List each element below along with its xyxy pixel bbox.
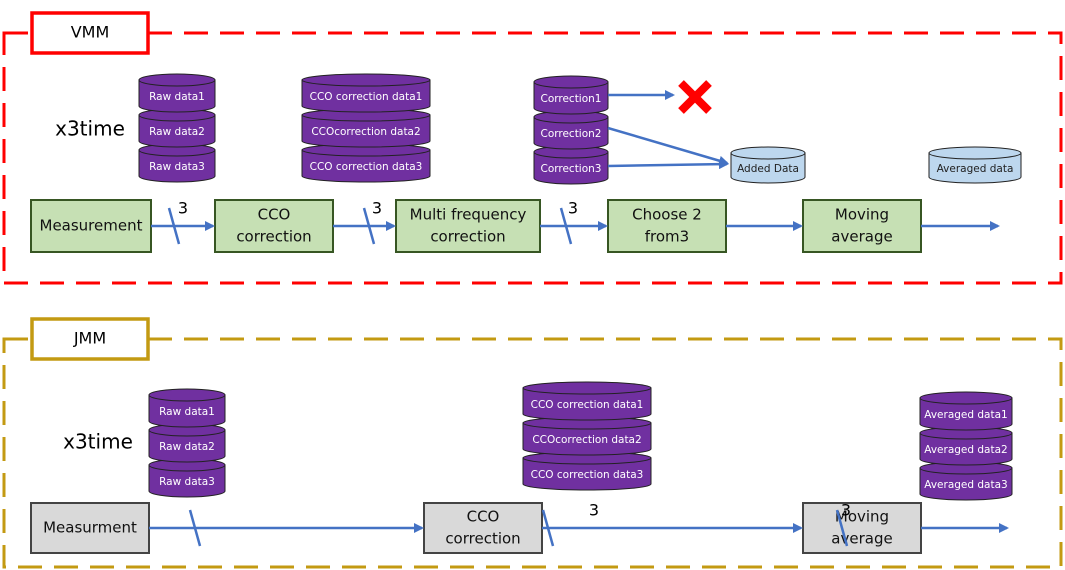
jmm-raw-stack-item-1-label: Raw data1 <box>159 406 215 418</box>
jmm-process-2-label-line1: CCO <box>467 508 500 526</box>
jmm-bus-count-3: 3 <box>841 501 851 520</box>
vmm-multiplier: x3time <box>55 117 125 141</box>
vmm-process-5: Moving average <box>802 199 922 253</box>
vmm-cco-stack-item-2-label: CCOcorrection data2 <box>311 126 420 138</box>
jmm-raw-stack-item-3: Raw data3 <box>148 458 226 498</box>
vmm-correction-stack-item-2-label: Correction2 <box>540 128 601 140</box>
vmm-correction-stack-item-3-label: Correction3 <box>540 163 601 175</box>
vmm-correction-stack-item-3: Correction3 <box>533 145 609 185</box>
jmm-cco-stack-item-3: CCO correction data3 <box>522 451 652 491</box>
vmm-cco-stack-item-2: CCOcorrection data2 <box>301 108 431 148</box>
vmm-raw-stack-item-3: Raw data3 <box>138 143 216 183</box>
jmm-process-1: Measurment <box>30 502 150 554</box>
vmm-process-4-label-line2: from3 <box>645 228 689 246</box>
vmm-raw-stack-item-1: Raw data1 <box>138 73 216 113</box>
jmm-averaged-stack-item-2-label: Averaged data2 <box>924 444 1007 456</box>
added-data-cylinder: Added Data <box>730 146 806 184</box>
vmm-raw-stack-item-1-label: Raw data1 <box>149 91 205 103</box>
vmm-cco-stack-item-3-label: CCO correction data3 <box>310 161 423 173</box>
vmm-raw-stack-item-3-label: Raw data3 <box>149 161 205 173</box>
vmm-process-3: Multi frequency correction <box>395 199 541 253</box>
vmm-bus-count-3: 3 <box>568 199 578 218</box>
vmm-process-1: Measurement <box>30 199 152 253</box>
vmm-cco-stack-item-1: CCO correction data1 <box>301 73 431 113</box>
diagram: VMM JMM x3time Raw data3 Raw data2 Raw data1 C… <box>2 11 1063 569</box>
added-data-cylinder-top <box>730 146 806 160</box>
jmm-averaged-stack-item-3-label: Averaged data3 <box>924 479 1007 491</box>
vmm-correction-stack-item-1: Correction1 <box>533 75 609 115</box>
jmm-process-2-label-line2: correction <box>445 530 520 548</box>
vmm-raw-stack-item-2-label: Raw data2 <box>149 126 205 138</box>
jmm-cco-stack-item-2: CCOcorrection data2 <box>522 416 652 456</box>
jmm-raw-stack-item-2: Raw data2 <box>148 423 226 463</box>
vmm-raw-stack-item-2: Raw data2 <box>138 108 216 148</box>
jmm-cco-stack-item-2-label: CCOcorrection data2 <box>532 434 641 446</box>
jmm-averaged-stack-item-3: Averaged data3 <box>919 461 1013 501</box>
vmm-bus-count-2: 3 <box>372 199 382 218</box>
vmm-process-2-label-line2: correction <box>236 228 311 246</box>
vmm-bus-count-1: 3 <box>178 199 188 218</box>
jmm-process-1-label: Measurment <box>43 519 137 537</box>
vmm-process-4: Choose 2 from3 <box>607 199 727 253</box>
vmm-process-5-label-line2: average <box>831 228 892 246</box>
jmm-cco-stack-item-1: CCO correction data1 <box>522 381 652 421</box>
jmm-averaged-stack-item-1-top <box>919 391 1013 405</box>
jmm-process-3: Movingaverage <box>802 502 922 554</box>
jmm-process-3-label-line2: average <box>831 530 892 548</box>
jmm-frame-label: JMM <box>73 329 106 348</box>
jmm-raw-stack-item-3-label: Raw data3 <box>159 476 215 488</box>
jmm-bus-count-2: 3 <box>589 501 599 520</box>
vmm-correction-stack-item-1-top <box>533 75 609 89</box>
correction2-arrow <box>607 126 729 166</box>
discard-icon <box>678 80 712 114</box>
jmm-averaged-stack-item-1-label: Averaged data1 <box>924 409 1007 421</box>
vmm-cco-stack-item-1-top <box>301 73 431 87</box>
correction3-arrow <box>607 159 729 170</box>
averaged-data-cylinder-label: Averaged data <box>937 163 1014 175</box>
vmm-process-2: CCO correction <box>214 199 334 253</box>
averaged-data-cylinder-top <box>928 146 1022 160</box>
jmm-averaged-stack-item-1: Averaged data1 <box>919 391 1013 431</box>
vmm-process-3-label-line2: correction <box>430 228 505 246</box>
added-data-cylinder-label: Added Data <box>737 163 799 175</box>
jmm-cco-stack-item-1-label: CCO correction data1 <box>531 399 644 411</box>
vmm-cco-stack-item-3: CCO correction data3 <box>301 143 431 183</box>
jmm-raw-stack-item-1: Raw data1 <box>148 388 226 428</box>
vmm-process-5-label-line1: Moving <box>835 206 889 224</box>
vmm-raw-stack-item-1-top <box>138 73 216 87</box>
jmm-process-2: CCO correction <box>423 502 543 554</box>
jmm-averaged-stack-item-2: Averaged data2 <box>919 426 1013 466</box>
vmm-process-4-label-line1: Choose 2 <box>632 206 702 224</box>
vmm-process-3-label-line1: Multi frequency <box>410 206 527 224</box>
jmm-multiplier: x3time <box>63 430 133 454</box>
vmm-cco-stack-item-1-label: CCO correction data1 <box>310 91 423 103</box>
jmm-cco-stack-item-1-top <box>522 381 652 395</box>
vmm-correction-stack-item-1-label: Correction1 <box>540 93 601 105</box>
jmm-cco-stack-item-3-label: CCO correction data3 <box>531 469 644 481</box>
jmm-raw-stack-item-2-label: Raw data2 <box>159 441 215 453</box>
vmm-frame-label: VMM <box>71 23 110 42</box>
vmm-process-1-label: Measurement <box>40 217 143 235</box>
jmm-raw-stack-item-1-top <box>148 388 226 402</box>
vmm-correction-stack-item-2: Correction2 <box>533 110 609 150</box>
averaged-data-cylinder: Averaged data <box>928 146 1022 184</box>
vmm-process-2-label-line1: CCO <box>258 206 291 224</box>
